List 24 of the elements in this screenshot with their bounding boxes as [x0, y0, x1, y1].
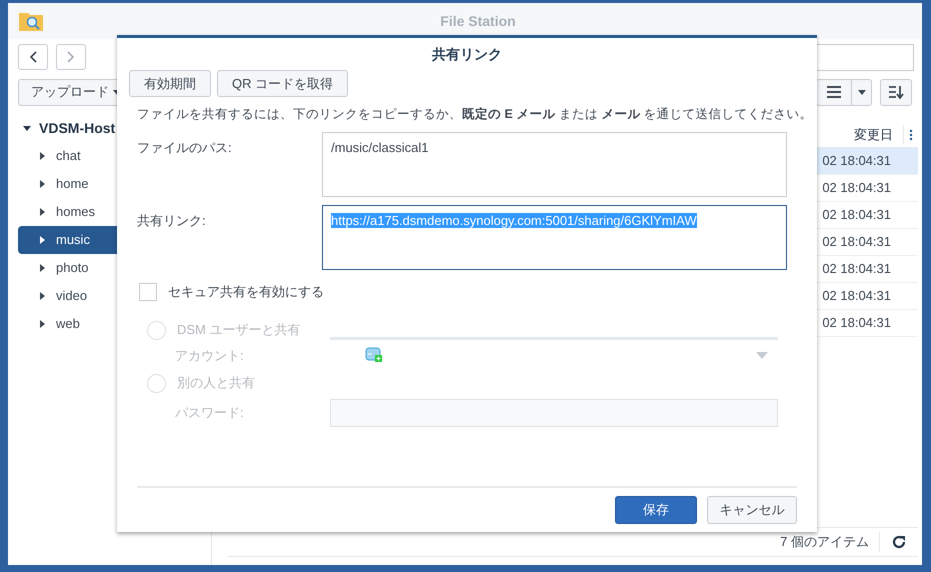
radio-label: 別の人と共有: [177, 374, 255, 392]
tree-item[interactable]: home: [18, 170, 211, 198]
path-field[interactable]: /music/classical1: [322, 132, 787, 197]
date-cell-text: 02 18:04:31: [822, 233, 891, 252]
field-label: ファイルのパス:: [137, 138, 233, 157]
date-cell-text: 02 18:04:31: [822, 287, 891, 306]
toolbar-button[interactable]: QR コードを取得: [217, 70, 348, 97]
toolbar-button[interactable]: 有効期間: [129, 70, 211, 97]
date-cell-text: 02 18:04:31: [822, 152, 891, 170]
date-cell-text: 02 18:04:31: [822, 206, 891, 224]
radio-label: DSM ユーザーと共有: [177, 321, 300, 340]
tree-item[interactable]: photo: [18, 254, 211, 282]
date-cell-text: 02 18:04:31: [822, 314, 891, 332]
date-cell-text: 02 18:04:31: [822, 179, 891, 198]
dialog-title: 共有リンク: [431, 44, 503, 64]
save-button[interactable]: 保存: [615, 496, 697, 524]
window-title: File Station: [439, 12, 517, 30]
field-label: パスワード:: [174, 404, 245, 422]
date-cell-text: 02 18:04:31: [822, 260, 891, 278]
cancel-button[interactable]: キャンセル: [707, 496, 797, 524]
checkbox-label: セキュア共有を有効にする: [168, 282, 324, 301]
column-header[interactable]: 変更日: [850, 124, 904, 144]
field-label: アカウント:: [174, 346, 245, 365]
instruction-text: ファイルを共有するには、下のリンクをコピーするか、既定の E メール または メール を通じて送信してください。: [137, 106, 813, 123]
